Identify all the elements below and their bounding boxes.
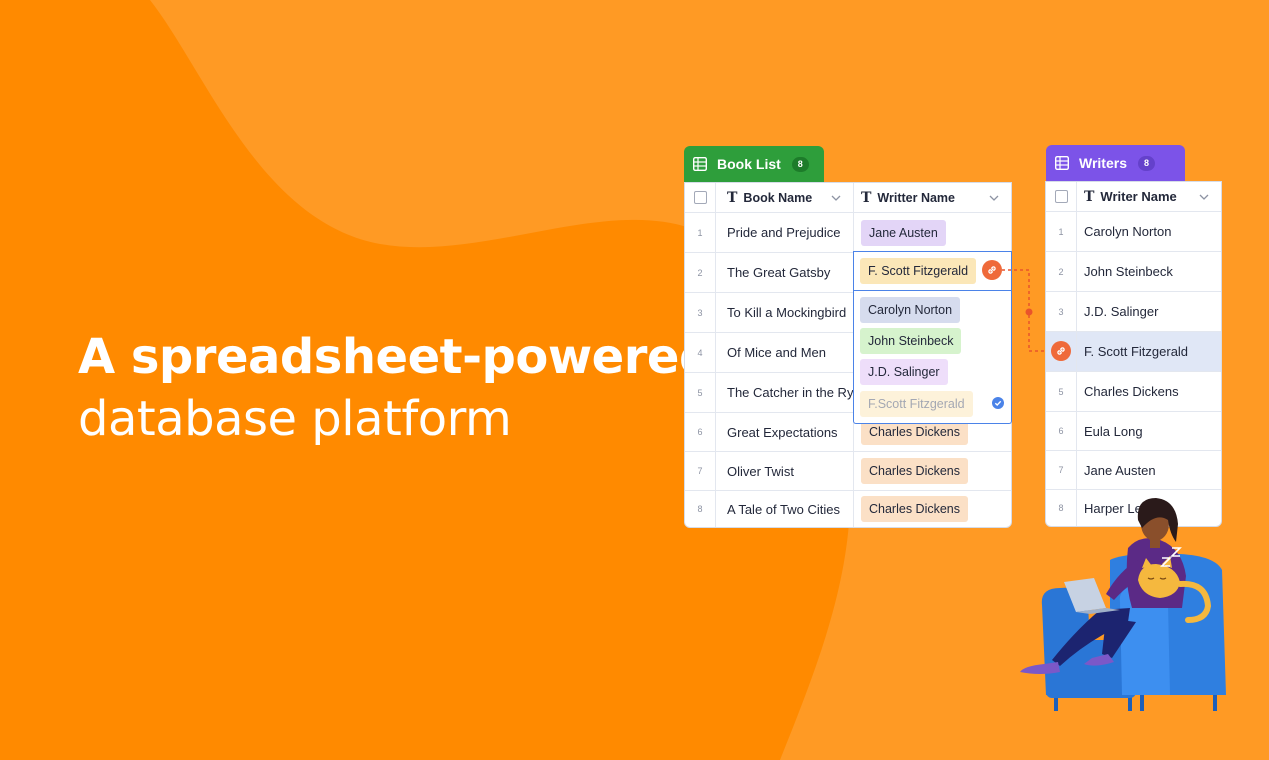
writer-chip[interactable]: F. Scott Fitzgerald [860, 258, 977, 284]
row-number: 2 [685, 253, 716, 292]
chevron-down-icon[interactable] [831, 194, 841, 202]
row-number: 5 [685, 373, 716, 412]
tab-book-list-count: 8 [791, 156, 809, 172]
row-number: 8 [685, 491, 716, 527]
book-name-cell[interactable]: Great Expectations [716, 413, 854, 451]
hero-line-1: A spreadsheet-powered [78, 329, 713, 385]
chevron-down-icon[interactable] [1199, 193, 1209, 201]
checkbox-icon[interactable] [1054, 190, 1068, 203]
writer-name-cell[interactable]: Carolyn Norton [1077, 212, 1221, 251]
writer-name-cell[interactable]: Eula Long [1077, 412, 1221, 450]
chevron-down-icon[interactable] [989, 194, 999, 202]
hero-line-2: database platform [78, 391, 512, 447]
writers-table: T Writer Name 1 Carolyn Norton 2 John St… [1045, 181, 1222, 527]
row-number: 1 [1046, 212, 1077, 251]
hero-headline: A spreadsheet-powered database platform [78, 326, 713, 450]
text-field-icon: T [727, 189, 738, 206]
person-armchair-illustration [1020, 498, 1226, 711]
book-name-cell[interactable]: The Catcher in the Rye [716, 373, 854, 412]
grid-icon [693, 157, 707, 171]
book-name-cell[interactable]: Oliver Twist [716, 452, 854, 490]
writer-name-cell[interactable]: Charles Dickens [854, 452, 1011, 490]
book-name-cell[interactable]: Of Mice and Men [716, 333, 854, 372]
column-header-writer-name[interactable]: T Writter Name [854, 183, 1011, 212]
checkbox-icon[interactable] [693, 191, 707, 204]
link-icon[interactable] [982, 260, 1002, 280]
tab-writers-label: Writers [1079, 155, 1127, 171]
grid-icon [1055, 156, 1069, 170]
check-circle-icon [992, 397, 1004, 409]
book-name-cell[interactable]: A Tale of Two Cities [716, 491, 854, 527]
writer-name-cell[interactable]: Jane Austen [1077, 451, 1221, 489]
tab-writers-count: 8 [1137, 155, 1155, 171]
tab-writers[interactable]: Writers 8 [1046, 145, 1185, 181]
text-field-icon: T [1084, 188, 1095, 205]
column-header-label: Writter Name [877, 190, 955, 205]
writer-chip[interactable]: Jane Austen [861, 219, 946, 246]
writer-chip[interactable]: Charles Dickens [861, 458, 969, 484]
column-header-book-name[interactable]: T Book Name [716, 183, 854, 212]
writer-name-cell[interactable]: J.D. Salinger [1077, 292, 1221, 331]
table-row[interactable]: 7 Jane Austen [1046, 451, 1221, 490]
writer-name-cell[interactable]: Charles Dickens [854, 491, 1011, 527]
table-row[interactable]: 8 A Tale of Two Cities Charles Dickens [685, 491, 1011, 527]
dropdown-option[interactable]: John Steinbeck [860, 328, 962, 354]
table-row[interactable]: 1 Carolyn Norton [1046, 212, 1221, 252]
link-icon[interactable] [1051, 341, 1071, 361]
row-number: 7 [1046, 451, 1077, 489]
table-row-highlighted[interactable]: F. Scott Fitzgerald [1046, 332, 1221, 372]
row-number: 3 [685, 293, 716, 332]
select-all-cell [685, 183, 716, 212]
book-name-cell[interactable]: Pride and Prejudice [716, 213, 854, 252]
writer-dropdown: Carolyn Norton John Steinbeck J.D. Salin… [853, 291, 1012, 424]
writer-name-cell[interactable]: Charles Dickens [1077, 372, 1221, 411]
column-header-label: Writer Name [1100, 189, 1177, 204]
table-row[interactable]: 6 Eula Long [1046, 412, 1221, 451]
column-header-label: Book Name [743, 190, 813, 205]
tab-book-list-label: Book List [717, 156, 781, 172]
row-number: 3 [1046, 292, 1077, 331]
table-header: T Book Name T Writter Name [685, 183, 1011, 213]
row-number: 2 [1046, 252, 1077, 291]
table-row[interactable]: 1 Pride and Prejudice Jane Austen [685, 213, 1011, 253]
dropdown-option[interactable]: Carolyn Norton [860, 297, 961, 323]
writer-name-cell[interactable]: John Steinbeck [1077, 252, 1221, 291]
book-name-cell[interactable]: The Great Gatsby [716, 253, 854, 292]
row-number: 7 [685, 452, 716, 490]
table-row[interactable]: 5 Charles Dickens [1046, 372, 1221, 412]
tab-book-list[interactable]: Book List 8 [684, 146, 824, 182]
table-header: T Writer Name [1046, 182, 1221, 212]
writer-chip[interactable]: Charles Dickens [861, 496, 969, 522]
row-number: 5 [1046, 372, 1077, 411]
table-row[interactable]: 7 Oliver Twist Charles Dickens [685, 452, 1011, 491]
dropdown-option-selected[interactable]: F.Scott Fitzgerald [860, 391, 973, 417]
column-header-writer-name[interactable]: T Writer Name [1077, 182, 1221, 211]
table-row[interactable]: 3 J.D. Salinger [1046, 292, 1221, 332]
writer-name-cell[interactable]: F. Scott Fitzgerald [1077, 332, 1221, 371]
select-all-cell [1046, 182, 1077, 211]
table-row[interactable]: 2 John Steinbeck [1046, 252, 1221, 292]
text-field-icon: T [861, 189, 872, 206]
row-number: 4 [685, 333, 716, 372]
book-name-cell[interactable]: To Kill a Mockingbird [716, 293, 854, 332]
dropdown-option[interactable]: J.D. Salinger [860, 359, 948, 385]
writer-name-cell[interactable]: Jane Austen [854, 213, 1011, 252]
row-number: 1 [685, 213, 716, 252]
row-number: 6 [685, 413, 716, 451]
row-number: 6 [1046, 412, 1077, 450]
